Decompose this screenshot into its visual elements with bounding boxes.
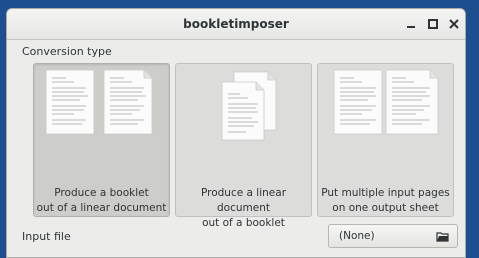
option-linear-to-booklet[interactable]: Produce a booklet out of a linear docume…: [33, 63, 170, 217]
close-button[interactable]: [447, 17, 461, 31]
option-label-line1: Put multiple input pages: [321, 187, 450, 199]
conversion-type-label: Conversion type: [22, 45, 112, 58]
window-title: bookletimposer: [183, 17, 289, 31]
minimize-icon: [407, 26, 415, 28]
maximize-button[interactable]: [426, 17, 440, 31]
app-window: bookletimposer Conversion type Produce a…: [6, 8, 466, 258]
option-label-line2: out of a linear document: [36, 202, 167, 214]
input-file-label: Input file: [22, 230, 71, 243]
multi-page-sheet-icon: [333, 69, 439, 135]
close-icon: [449, 19, 459, 29]
folder-open-icon: [436, 232, 449, 242]
input-file-value: (None): [339, 230, 375, 242]
option-label-line2: on one output sheet: [332, 202, 439, 214]
input-file-chooser[interactable]: (None): [328, 224, 458, 248]
booklet-spread-icon: [45, 69, 153, 135]
title-bar: bookletimposer: [7, 9, 465, 40]
option-booklet-to-linear[interactable]: Produce a linear document out of a bookl…: [175, 63, 312, 229]
option-label-line1: Produce a linear document: [200, 187, 287, 214]
maximize-icon: [428, 19, 438, 29]
option-label-line1: Produce a booklet: [54, 187, 149, 199]
option-label-line2: out of a booklet: [202, 217, 285, 229]
option-multiple-pages-per-sheet[interactable]: Put multiple input pages on one output s…: [317, 63, 454, 217]
stacked-pages-icon: [221, 71, 277, 141]
minimize-button[interactable]: [404, 17, 418, 31]
